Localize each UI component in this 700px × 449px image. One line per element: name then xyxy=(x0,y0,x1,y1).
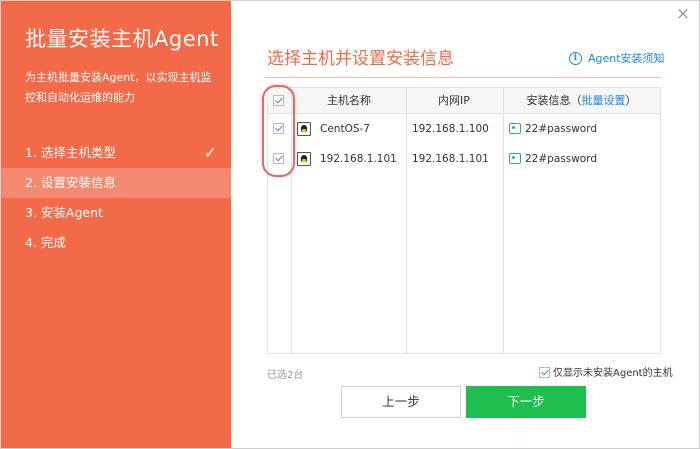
sidebar-title: 批量安装主机Agent xyxy=(25,27,219,51)
step-label: 4. 完成 xyxy=(25,235,66,250)
check-icon: ✓ xyxy=(203,143,217,162)
install-info-cell[interactable]: 22#password xyxy=(525,144,597,174)
close-icon[interactable]: × xyxy=(675,6,691,23)
previous-step-button[interactable]: 上一步 xyxy=(341,386,461,418)
install-info-paren: ） xyxy=(625,94,637,107)
select-all-checkbox[interactable] xyxy=(273,95,284,106)
only-uninstalled-label: 仅显示未安装Agent的主机 xyxy=(553,368,673,379)
step-label: 1. 选择主机类型 xyxy=(25,145,116,160)
row-checkbox[interactable] xyxy=(273,153,284,164)
info-icon: i xyxy=(569,51,582,65)
step-set-install-info: 2. 设置安装信息 xyxy=(1,168,231,198)
step-select-host-type: 1. 选择主机类型 ✓ xyxy=(1,138,231,168)
sidebar: 批量安装主机Agent 为主机批量安装Agent，以实现主机监控和自动化运维的能… xyxy=(1,1,231,448)
column-header-host-name: 主机名称 xyxy=(327,94,371,107)
linux-host-icon xyxy=(297,122,311,136)
column-header-ip: 内网IP xyxy=(438,94,470,107)
credential-icon xyxy=(509,153,521,164)
install-info-cell[interactable]: 22#password xyxy=(525,114,597,144)
step-label: 2. 设置安装信息 xyxy=(25,175,116,190)
title-divider xyxy=(265,77,661,78)
column-header-install-info: 安装信息（批量设置） xyxy=(503,88,660,113)
selected-count: 已选2台 xyxy=(267,370,304,381)
ip-cell: 192.168.1.101 xyxy=(412,153,489,165)
credential-icon xyxy=(509,123,521,134)
batch-setting-link[interactable]: 批量设置 xyxy=(582,94,626,107)
only-uninstalled-checkbox[interactable] xyxy=(539,366,550,378)
table-row[interactable]: CentOS-7 192.168.1.100 22#password xyxy=(268,114,660,144)
step-label: 3. 安装Agent xyxy=(25,205,103,220)
ip-cell: 192.168.1.100 xyxy=(412,123,489,135)
linux-host-icon xyxy=(297,152,311,166)
row-checkbox[interactable] xyxy=(273,123,284,134)
host-name-cell: 192.168.1.101 xyxy=(320,153,397,165)
install-info-label: 安装信息（ xyxy=(526,94,582,107)
host-name-cell: CentOS-7 xyxy=(320,123,370,135)
page-title: 选择主机并设置安装信息 xyxy=(267,49,454,69)
table-header: 主机名称 内网IP 安装信息（批量设置） xyxy=(268,88,660,114)
table-row[interactable]: 192.168.1.101 192.168.1.101 22#password xyxy=(268,144,660,174)
help-link-label: Agent安装须知 xyxy=(588,52,665,65)
next-step-button[interactable]: 下一步 xyxy=(466,386,586,418)
step-complete: 4. 完成 xyxy=(1,228,231,258)
install-agent-dialog: 批量安装主机Agent 为主机批量安装Agent，以实现主机监控和自动化运维的能… xyxy=(0,0,700,449)
step-list: 1. 选择主机类型 ✓ 2. 设置安装信息 3. 安装Agent 4. 完成 xyxy=(1,138,231,258)
agent-install-guide-link[interactable]: i Agent安装须知 xyxy=(569,50,665,66)
step-install-agent: 3. 安装Agent xyxy=(1,198,231,228)
host-table: 主机名称 内网IP 安装信息（批量设置） CentOS-7 192.168.1.… xyxy=(267,87,661,354)
only-uninstalled-filter[interactable]: 仅显示未安装Agent的主机 xyxy=(539,364,673,379)
sidebar-description: 为主机批量安装Agent，以实现主机监控和自动化运维的能力 xyxy=(25,71,212,104)
